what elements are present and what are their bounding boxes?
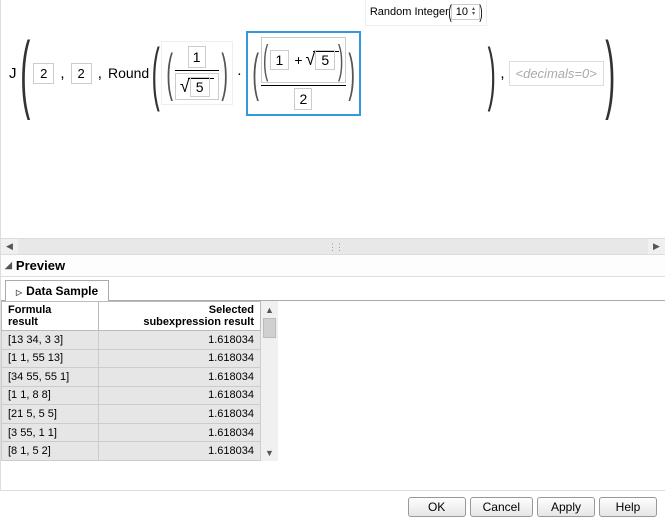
cell-formula-result: [8 1, 5 2] <box>2 442 99 461</box>
comma: , <box>60 65 64 82</box>
cell-formula-result: [1 1, 8 8] <box>2 386 99 405</box>
cell-formula-result: [1 1, 55 13] <box>2 349 99 368</box>
formula-expression: J ( 2 , 2 , Round ( ( 1 √ 5 ) · <box>9 30 616 116</box>
cancel-button[interactable]: Cancel <box>470 497 533 517</box>
cell-subexpr-result: 1.618034 <box>99 331 261 350</box>
data-table: Formularesult Selectedsubexpression resu… <box>1 301 261 461</box>
fraction-bar <box>175 70 219 71</box>
fraction-2-group-selected[interactable]: ( ( 1 + √ 5 ) 2 ) <box>246 31 361 116</box>
table-row[interactable]: [1 1, 55 13]1.618034 <box>2 349 261 368</box>
fraction-numerator[interactable]: 1 <box>188 46 206 68</box>
plus-icon: + <box>294 52 302 68</box>
vertical-scrollbar[interactable]: ▲ ▼ <box>261 301 278 461</box>
comma: , <box>500 65 504 82</box>
cell-formula-result: [13 34, 3 3] <box>2 331 99 350</box>
paren-open: ( <box>252 47 259 99</box>
button-bar: OK Cancel Apply Help <box>0 490 665 523</box>
disclosure-icon[interactable]: ◢ <box>5 260 12 271</box>
cell-subexpr-result: 1.618034 <box>99 368 261 387</box>
fraction-bar <box>261 85 345 86</box>
table-row[interactable]: [1 1, 8 8]1.618034 <box>2 386 261 405</box>
radicand[interactable]: 5 <box>190 77 210 97</box>
fraction-denominator[interactable]: √ 5 <box>175 73 219 100</box>
scroll-grip-icon: ⋮⋮ <box>328 242 336 251</box>
paren-open: ( <box>20 30 30 116</box>
table-row[interactable]: [13 34, 3 3]1.618034 <box>2 331 261 350</box>
fraction-denominator[interactable]: 2 <box>294 88 312 110</box>
multiply-icon: · <box>237 65 242 82</box>
cell-subexpr-result: 1.618034 <box>99 386 261 405</box>
spinner-icon[interactable]: ▴▾ <box>472 7 475 17</box>
radicand[interactable]: 5 <box>315 50 335 70</box>
randint-value: 10 <box>456 6 468 18</box>
preview-label: Preview <box>16 258 65 273</box>
paren-close: ) <box>479 2 482 23</box>
paren-open: ( <box>448 2 451 23</box>
scroll-right-icon[interactable]: ▶ <box>648 239 665 254</box>
sqrt: √ 5 <box>306 49 340 70</box>
round-fn: Round <box>108 65 149 81</box>
term-1[interactable]: 1 <box>270 50 290 70</box>
table-row[interactable]: [3 55, 1 1]1.618034 <box>2 423 261 442</box>
formula-editor[interactable]: J ( 2 , 2 , Round ( ( 1 √ 5 ) · <box>1 0 665 238</box>
randint-fn: Random Integer <box>370 6 449 18</box>
data-sample-area: Formularesult Selectedsubexpression resu… <box>1 301 665 461</box>
scroll-down-icon[interactable]: ▼ <box>261 444 278 461</box>
cell-subexpr-result: 1.618034 <box>99 405 261 424</box>
col-formula-result[interactable]: Formularesult <box>2 302 99 331</box>
paren-close: ) <box>221 47 228 99</box>
paren-close: ) <box>488 38 496 108</box>
col-subexpr-result[interactable]: Selectedsubexpression result <box>99 302 261 331</box>
cell-formula-result: [3 55, 1 1] <box>2 423 99 442</box>
fraction-2: ( 1 + √ 5 ) 2 <box>261 35 345 112</box>
scroll-thumb[interactable] <box>263 318 276 338</box>
table-row[interactable]: [34 55, 55 1]1.618034 <box>2 368 261 387</box>
fraction-numerator[interactable]: ( 1 + √ 5 ) <box>261 37 345 83</box>
exponent[interactable]: Random Integer ( 10 ▴▾ ) <box>365 0 487 26</box>
function-j: J <box>9 65 17 82</box>
paren-open: ( <box>152 38 160 108</box>
randint-arg-box[interactable]: 10 ▴▾ <box>451 4 480 20</box>
cell-subexpr-result: 1.618034 <box>99 423 261 442</box>
table-row[interactable]: [8 1, 5 2]1.618034 <box>2 442 261 461</box>
scroll-track[interactable] <box>261 338 278 444</box>
scroll-track[interactable]: ⋮⋮ <box>18 239 648 254</box>
arg-2[interactable]: 2 <box>71 63 92 84</box>
cell-formula-result: [21 5, 5 5] <box>2 405 99 424</box>
paren-close: ) <box>338 40 343 80</box>
tab-bar: Data Sample <box>1 279 665 301</box>
scroll-left-icon[interactable]: ◀ <box>1 239 18 254</box>
fraction-1-group[interactable]: ( 1 √ 5 ) <box>161 41 233 105</box>
arg-1[interactable]: 2 <box>33 63 54 84</box>
apply-button[interactable]: Apply <box>537 497 595 517</box>
paren-close: ) <box>348 47 355 99</box>
decimals-placeholder[interactable]: <decimals=0> <box>509 61 604 86</box>
power-group: ( ( 1 + √ 5 ) 2 ) <box>246 31 487 116</box>
table-row[interactable]: [21 5, 5 5]1.618034 <box>2 405 261 424</box>
horizontal-scrollbar[interactable]: ◀ ⋮⋮ ▶ <box>1 238 665 255</box>
tab-data-sample[interactable]: Data Sample <box>5 280 109 301</box>
cell-subexpr-result: 1.618034 <box>99 442 261 461</box>
help-button[interactable]: Help <box>599 497 657 517</box>
preview-header[interactable]: ◢ Preview <box>1 255 665 277</box>
cell-formula-result: [34 55, 55 1] <box>2 368 99 387</box>
fraction-1: 1 √ 5 <box>175 44 219 102</box>
ok-button[interactable]: OK <box>408 497 466 517</box>
cell-subexpr-result: 1.618034 <box>99 349 261 368</box>
scroll-up-icon[interactable]: ▲ <box>261 301 278 318</box>
paren-close: ) <box>605 30 615 116</box>
paren-open: ( <box>263 40 268 80</box>
paren-open: ( <box>166 47 173 99</box>
sqrt: √ 5 <box>180 76 214 97</box>
comma: , <box>98 65 102 82</box>
